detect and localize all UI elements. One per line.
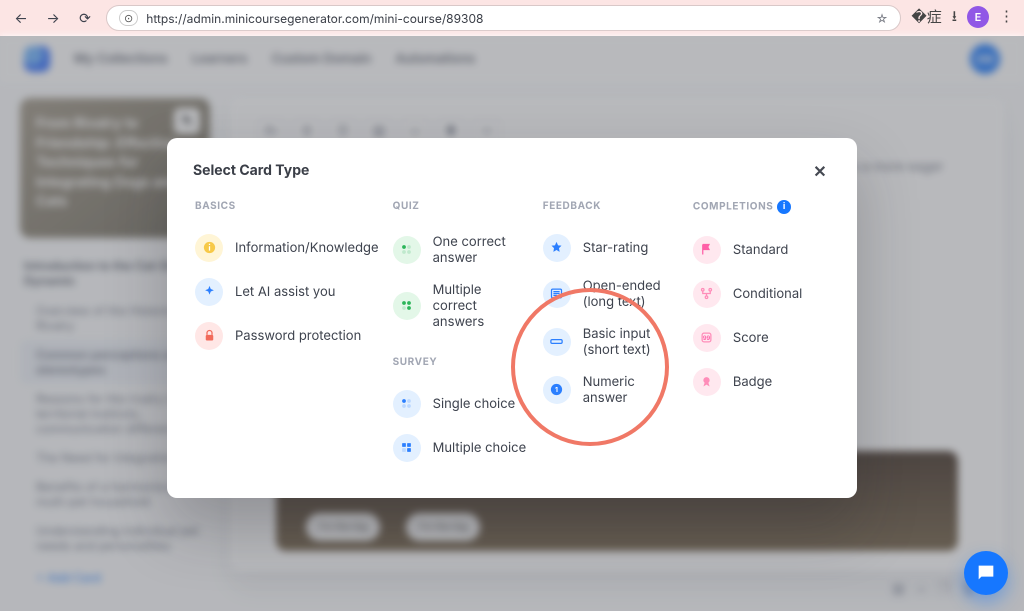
card-type-option[interactable]: Password protection (193, 314, 381, 358)
option-label: Single choice (433, 396, 516, 412)
option-label: Open-ended (long text) (583, 278, 679, 310)
star-icon (543, 234, 571, 262)
card-type-option[interactable]: Conditional (691, 272, 831, 316)
section-label: SURVEY (393, 356, 531, 368)
card-type-option[interactable]: Multiple choice (391, 426, 531, 470)
bookmark-icon[interactable]: ☆ (876, 11, 889, 26)
option-label: Score (733, 330, 769, 346)
card-type-option[interactable]: One correct answer (391, 226, 531, 274)
card-type-option[interactable]: Badge (691, 360, 831, 404)
option-label: Star-rating (583, 240, 649, 256)
card-type-option[interactable]: Single choice (391, 382, 531, 426)
flag-icon (693, 236, 721, 264)
info-icon (195, 234, 223, 262)
forward-icon[interactable]: → (42, 7, 64, 29)
branch-icon (693, 280, 721, 308)
address-bar[interactable]: ⊙ https://admin.minicoursegenerator.com/… (106, 5, 901, 31)
modal-column: BASICS Information/Knowledge Let AI assist… (193, 200, 381, 470)
download-icon[interactable]: ⭳ (952, 6, 957, 31)
kebab-menu-icon[interactable]: ⋮ (999, 6, 1014, 31)
card-type-option[interactable]: Let AI assist you (193, 270, 381, 314)
score-icon: 99 (693, 324, 721, 352)
card-type-option[interactable]: Star-rating (541, 226, 681, 270)
option-label: Let AI assist you (235, 284, 335, 300)
section-label: BASICS (195, 200, 381, 212)
input-icon (543, 328, 571, 356)
reload-icon[interactable]: ⟳ (74, 7, 96, 29)
support-chat-button[interactable] (964, 551, 1008, 595)
badge-icon (693, 368, 721, 396)
option-label: Badge (733, 374, 772, 390)
svg-text:99: 99 (703, 335, 711, 342)
option-label: Password protection (235, 328, 361, 344)
option-label: Conditional (733, 286, 802, 302)
card-type-option[interactable]: 1 Numeric answer (541, 366, 681, 414)
multi-correct-icon (393, 292, 421, 320)
modal-title: Select Card Type (193, 162, 309, 179)
close-icon[interactable]: ✕ (809, 160, 831, 182)
multi-choice-icon (393, 434, 421, 462)
site-info-icon[interactable]: ⊙ (119, 10, 138, 26)
number-icon: 1 (543, 376, 571, 404)
modal-column: FEEDBACK Star-rating Open-ended (long text… (541, 200, 681, 470)
card-type-option[interactable]: Open-ended (long text) (541, 270, 681, 318)
card-type-option[interactable]: 99 Score (691, 316, 831, 360)
single-choice-icon (393, 390, 421, 418)
select-card-type-modal: Select Card Type ✕ BASICS Information/Kno… (167, 138, 857, 498)
app-area: My Collections Learners Custom Domain Au… (0, 36, 1024, 611)
modal-column: COMPLETIONSi Standard Conditional 99 Score Ba… (691, 200, 831, 470)
option-label: Standard (733, 242, 789, 258)
url-text: https://admin.minicoursegenerator.com/mi… (146, 11, 483, 26)
browser-chrome: ← → ⟳ ⊙ https://admin.minicoursegenerato… (0, 0, 1024, 36)
profile-avatar[interactable]: E (967, 6, 989, 28)
lock-icon (195, 322, 223, 350)
option-label: Multiple choice (433, 440, 527, 456)
card-type-option[interactable]: Basic input (short text) (541, 318, 681, 366)
single-correct-icon (393, 236, 421, 264)
card-type-option[interactable]: Multiple correct answers (391, 274, 531, 338)
option-label: Multiple correct answers (433, 282, 529, 330)
section-label: COMPLETIONSi (693, 200, 831, 214)
svg-text:1: 1 (555, 385, 558, 394)
card-type-option[interactable]: Standard (691, 228, 831, 272)
option-label: Basic input (short text) (583, 326, 679, 358)
option-label: Numeric answer (583, 374, 679, 406)
extensions-icon[interactable]: �症 (911, 6, 941, 31)
back-icon[interactable]: ← (10, 7, 32, 29)
text-icon (543, 280, 571, 308)
option-label: One correct answer (433, 234, 529, 266)
section-label: FEEDBACK (543, 200, 681, 212)
sparkle-icon (195, 278, 223, 306)
info-icon[interactable]: i (777, 200, 791, 214)
modal-column: QUIZ One correct answer Multiple correct a… (391, 200, 531, 470)
card-type-option[interactable]: Information/Knowledge (193, 226, 381, 270)
section-label: QUIZ (393, 200, 531, 212)
option-label: Information/Knowledge (235, 240, 379, 256)
